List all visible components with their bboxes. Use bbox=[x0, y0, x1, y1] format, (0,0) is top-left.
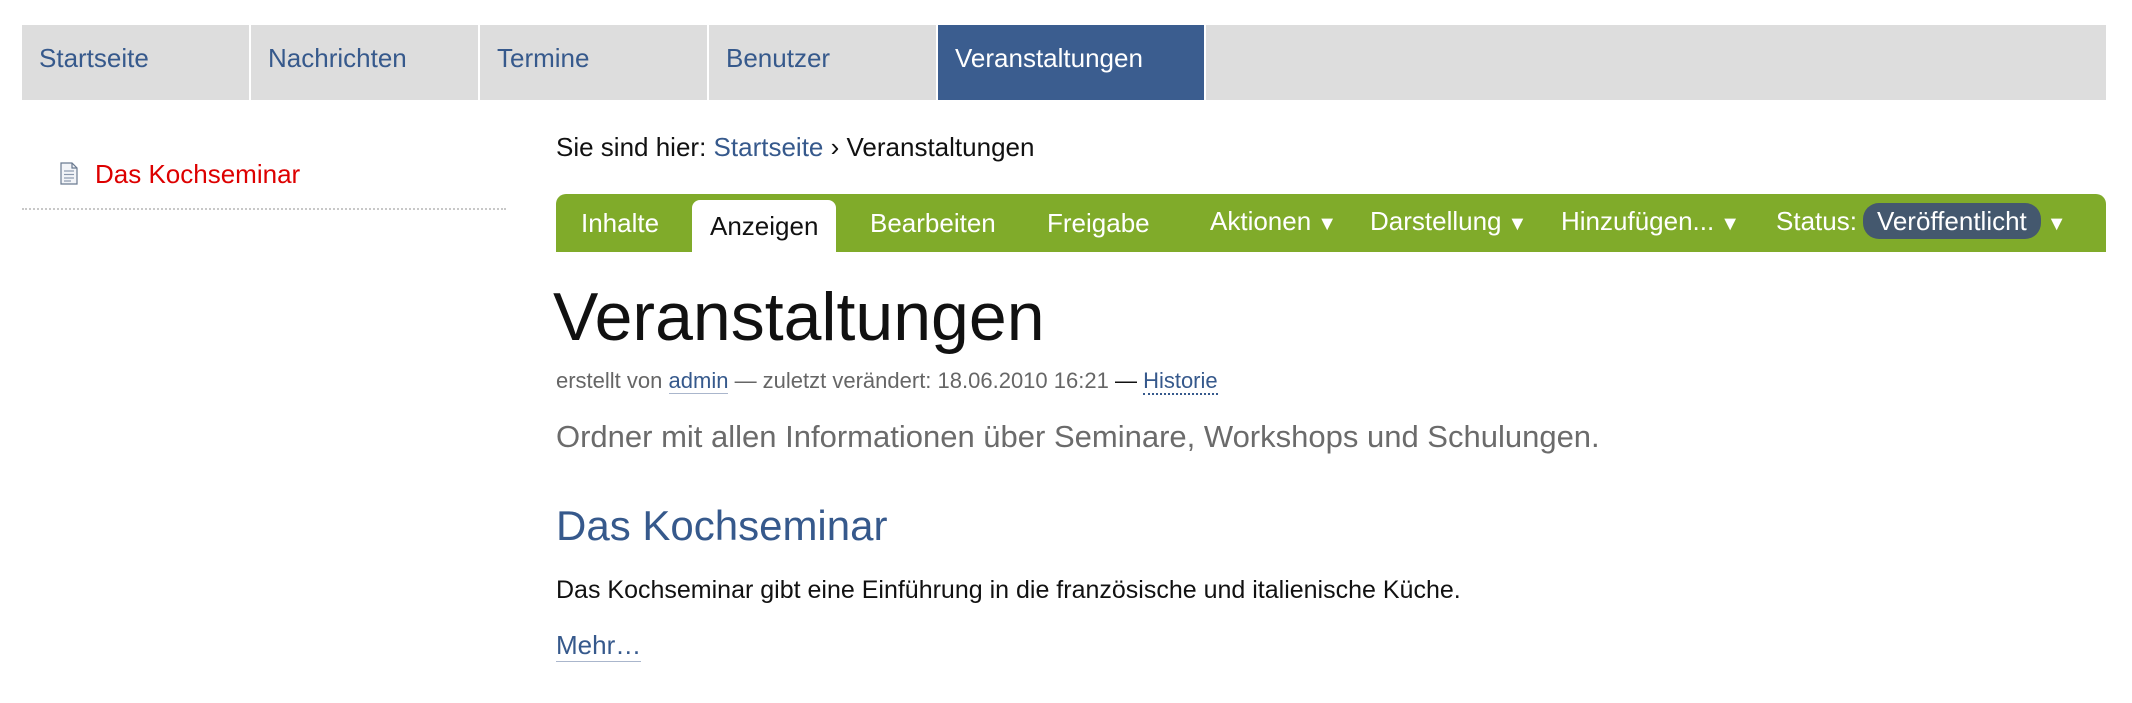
read-more-link[interactable]: Mehr… bbox=[556, 630, 642, 662]
status-badge: Veröffentlicht bbox=[1862, 203, 2041, 239]
nav-tab-veranstaltungen[interactable]: Veranstaltungen bbox=[938, 25, 1206, 100]
folder-description: Ordner mit allen Informationen über Semi… bbox=[556, 419, 1600, 454]
display-menu-label: Darstellung bbox=[1370, 206, 1502, 236]
navigation-portlet: Das Kochseminar bbox=[22, 150, 506, 210]
breadcrumb-prefix: Sie sind hier: bbox=[556, 132, 707, 162]
nav-tab-nachrichten[interactable]: Nachrichten bbox=[251, 25, 480, 100]
actions-menu[interactable]: Aktionen ▼ bbox=[1210, 206, 1337, 237]
byline-created-by: erstellt von bbox=[556, 368, 663, 393]
actions-menu-label: Aktionen bbox=[1210, 206, 1312, 236]
add-menu-label: Hinzufügen... bbox=[1561, 206, 1715, 236]
global-nav: Startseite Nachrichten Termine Benutzer … bbox=[22, 25, 2106, 100]
breadcrumb-current: Veranstaltungen bbox=[846, 132, 1035, 162]
edit-bar: Inhalte Anzeigen Bearbeiten Freigabe Akt… bbox=[556, 194, 2106, 252]
author-link[interactable]: admin bbox=[668, 368, 729, 394]
tab-anzeigen[interactable]: Anzeigen bbox=[692, 200, 837, 252]
document-byline: erstellt von admin — zuletzt verändert: … bbox=[556, 368, 1218, 395]
tab-bearbeiten[interactable]: Bearbeiten bbox=[870, 208, 996, 239]
chevron-down-icon: ▼ bbox=[1317, 213, 1337, 235]
document-icon bbox=[60, 162, 78, 185]
nav-tab-benutzer[interactable]: Benutzer bbox=[709, 25, 938, 100]
breadcrumb-separator: › bbox=[830, 132, 840, 162]
nav-tab-termine[interactable]: Termine bbox=[480, 25, 709, 100]
nav-tab-startseite[interactable]: Startseite bbox=[22, 25, 251, 100]
breadcrumb: Sie sind hier: Startseite › Veranstaltun… bbox=[556, 132, 1034, 163]
tab-inhalte[interactable]: Inhalte bbox=[581, 208, 659, 239]
portlet-item-kochseminar[interactable]: Das Kochseminar bbox=[95, 159, 300, 190]
chevron-down-icon: ▼ bbox=[1720, 213, 1741, 235]
page-title: Veranstaltungen bbox=[553, 279, 1045, 355]
chevron-down-icon: ▼ bbox=[1507, 213, 1528, 235]
history-link[interactable]: Historie bbox=[1143, 368, 1218, 395]
tab-freigabe[interactable]: Freigabe bbox=[1047, 208, 1150, 239]
item-title-link[interactable]: Das Kochseminar bbox=[556, 502, 887, 550]
status-menu[interactable]: Status: Veröffentlicht ▼ bbox=[1776, 203, 2067, 239]
status-label: Status: bbox=[1776, 206, 1857, 236]
breadcrumb-home-link[interactable]: Startseite bbox=[714, 132, 824, 162]
item-description: Das Kochseminar gibt eine Einführung in … bbox=[556, 576, 1461, 604]
add-menu[interactable]: Hinzufügen... ▼ bbox=[1561, 206, 1740, 237]
byline-dash: — bbox=[1114, 368, 1137, 393]
display-menu[interactable]: Darstellung ▼ bbox=[1370, 206, 1527, 237]
byline-modified: — zuletzt verändert: 18.06.2010 16:21 bbox=[734, 368, 1109, 393]
chevron-down-icon: ▼ bbox=[2046, 213, 2067, 235]
